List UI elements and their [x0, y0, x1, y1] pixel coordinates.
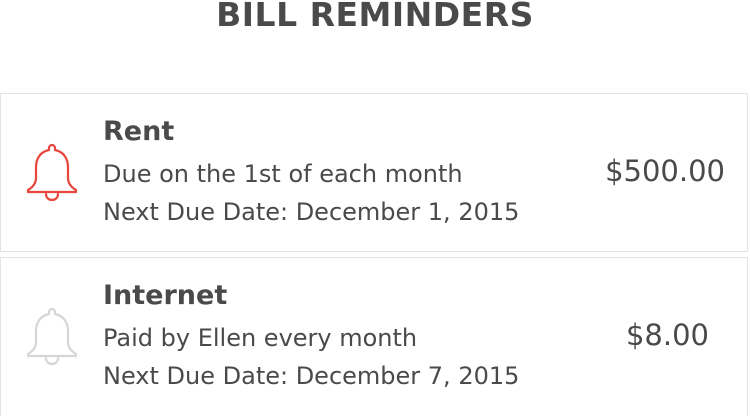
bill-description: Paid by Ellen every month — [103, 324, 418, 352]
bell-icon[interactable] — [24, 142, 80, 202]
bill-amount: $500.00 — [605, 154, 725, 188]
bill-description: Due on the 1st of each month — [103, 160, 463, 188]
bill-next-due-date: Next Due Date: December 1, 2015 — [103, 198, 520, 226]
bill-amount: $8.00 — [625, 318, 709, 352]
reminder-card-internet[interactable]: Internet Paid by Ellen every month Next … — [0, 257, 748, 416]
bill-name: Internet — [103, 280, 228, 311]
bill-reminders-screen: BILL REMINDERS Rent Due on the 1st of ea… — [0, 0, 750, 416]
reminder-card-rent[interactable]: Rent Due on the 1st of each month Next D… — [0, 93, 748, 252]
bell-icon[interactable] — [24, 306, 80, 366]
bill-name: Rent — [103, 116, 175, 147]
page-title: BILL REMINDERS — [216, 0, 534, 34]
bill-next-due-date: Next Due Date: December 7, 2015 — [103, 362, 520, 390]
